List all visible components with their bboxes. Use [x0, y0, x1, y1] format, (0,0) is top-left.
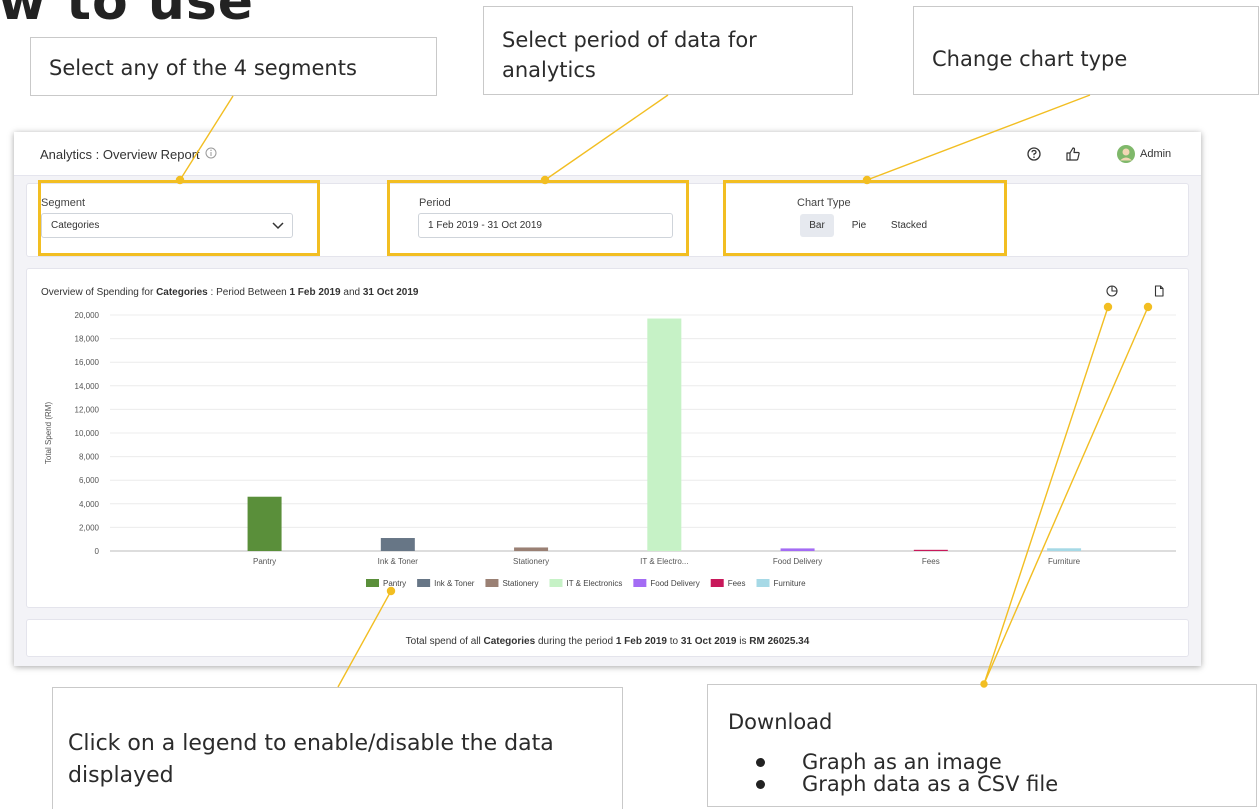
chart-heading-prefix: Overview of Spending for	[41, 287, 157, 298]
summary-middle: during the period	[535, 636, 616, 647]
x-tick-label: Ink & Toner	[378, 557, 419, 566]
chart-heading-segment: Categories	[156, 287, 208, 298]
summary-start: 1 Feb 2019	[615, 636, 667, 647]
top-bar: Analytics : Overview Report Admin	[14, 132, 1201, 176]
segment-label: Segment	[41, 197, 86, 209]
legend-swatch	[633, 579, 647, 587]
help-icon[interactable]	[1026, 146, 1042, 162]
callout-chart-type-text: Change chart type	[932, 47, 1128, 71]
thumbs-up-icon[interactable]	[1065, 146, 1081, 162]
x-tick-label: Stationery	[513, 557, 549, 566]
summary-amount: RM 26025.34	[749, 636, 810, 647]
bullet-icon	[756, 780, 765, 789]
legend-item[interactable]: Stationery	[502, 579, 538, 588]
chart-heading-and: and	[340, 287, 363, 298]
summary-segment: Categories	[483, 636, 536, 647]
y-tick-label: 14,000	[75, 382, 100, 391]
bar	[514, 547, 549, 551]
segment-select[interactable]: Categories	[41, 213, 293, 238]
chart-type-pie-button[interactable]: Pie	[844, 214, 874, 237]
callout-download-title: Download	[728, 710, 833, 734]
legend-swatch	[485, 579, 499, 587]
chart-type-stacked-button[interactable]: Stacked	[884, 214, 934, 237]
callout-segment-text: Select any of the 4 segments	[49, 56, 357, 80]
legend-item[interactable]: IT & Electronics	[566, 579, 622, 588]
download-option-csv-text: Graph data as a CSV file	[802, 772, 1059, 796]
y-tick-label: 10,000	[75, 429, 100, 438]
callout-legend-text: Click on a legend to enable/disable the …	[68, 731, 554, 788]
x-tick-label: Pantry	[253, 557, 276, 566]
legend-item[interactable]: Furniture	[774, 579, 807, 588]
legend-swatch	[417, 579, 431, 587]
callout-period-text: Select period of data for analytics	[502, 28, 757, 82]
csv-file-icon[interactable]	[1153, 285, 1165, 297]
chart-type-label: Chart Type	[797, 197, 851, 209]
avatar[interactable]	[1117, 145, 1135, 163]
x-tick-label: Furniture	[1048, 557, 1081, 566]
summary-prefix: Total spend of all	[405, 636, 484, 647]
y-axis-label: Total Spend (RM)	[44, 402, 53, 465]
legend-swatch	[366, 579, 379, 587]
bar	[780, 548, 815, 551]
chart-heading-middle: : Period Between	[207, 287, 290, 298]
summary-is: is	[736, 636, 750, 647]
bar	[1047, 548, 1082, 551]
callout-period: Select period of data for analytics	[483, 6, 853, 95]
chart-type-bar-button[interactable]: Bar	[800, 214, 834, 237]
x-tick-label: Food Delivery	[773, 557, 822, 566]
slide-heading: w to use	[0, 0, 255, 32]
callout-download: Download Graph as an image Graph data as…	[707, 684, 1257, 807]
app-window: Analytics : Overview Report Admin Segmen…	[14, 132, 1201, 666]
summary-to: to	[666, 636, 681, 647]
legend-swatch	[549, 579, 563, 587]
legend-item[interactable]: Ink & Toner	[434, 579, 475, 588]
bar-chart: 0 2,000 4,000 6,000 8,000 10,000 12,000 14,000 1…	[44, 311, 1176, 588]
pie-download-icon[interactable]	[1106, 285, 1118, 297]
download-option-image-text: Graph as an image	[802, 750, 1002, 774]
callout-legend: Click on a legend to enable/disable the …	[52, 687, 623, 809]
y-tick-label: 12,000	[75, 405, 100, 414]
summary-end: 31 Oct 2019	[680, 636, 737, 647]
y-tick-label: 16,000	[75, 358, 100, 367]
x-tick-label: Fees	[922, 557, 940, 566]
y-tick-label: 0	[95, 547, 100, 556]
legend-item[interactable]: Pantry	[383, 579, 406, 588]
legend-item[interactable]: Food Delivery	[650, 579, 699, 588]
y-tick-label: 18,000	[75, 335, 100, 344]
chevron-down-icon	[272, 222, 284, 230]
segment-select-value: Categories	[51, 220, 100, 231]
y-tick-label: 8,000	[79, 453, 100, 462]
bullet-icon	[756, 758, 765, 767]
y-tick-label: 6,000	[79, 476, 100, 485]
bar	[247, 496, 282, 551]
legend-swatch	[710, 579, 724, 587]
bar	[380, 538, 415, 551]
period-label: Period	[419, 197, 451, 209]
legend-item[interactable]: Fees	[728, 579, 746, 588]
x-tick-label: IT & Electro...	[640, 557, 688, 566]
callout-chart-type: Change chart type	[913, 6, 1259, 95]
bar	[913, 549, 948, 551]
y-tick-label: 2,000	[79, 523, 100, 532]
chart-heading-start: 1 Feb 2019	[289, 287, 341, 298]
user-name[interactable]: Admin	[1140, 148, 1171, 160]
page-title: Analytics : Overview Report	[40, 147, 200, 162]
chart-heading: Overview of Spending for Categories : Pe…	[41, 287, 418, 298]
y-tick-label: 4,000	[79, 500, 100, 509]
y-tick-label: 20,000	[75, 311, 100, 320]
callout-segment: Select any of the 4 segments	[30, 37, 437, 96]
download-options-list: Graph as an image Graph data as a CSV fi…	[708, 751, 1058, 795]
bar	[647, 318, 682, 551]
period-input[interactable]	[418, 213, 673, 238]
total-spend-summary: Total spend of all Categories during the…	[14, 636, 1201, 647]
download-option-csv: Graph data as a CSV file	[708, 773, 1058, 795]
info-icon[interactable]	[205, 147, 217, 159]
download-option-image: Graph as an image	[708, 751, 1058, 773]
legend-swatch	[756, 579, 770, 587]
chart-heading-end: 31 Oct 2019	[362, 287, 419, 298]
